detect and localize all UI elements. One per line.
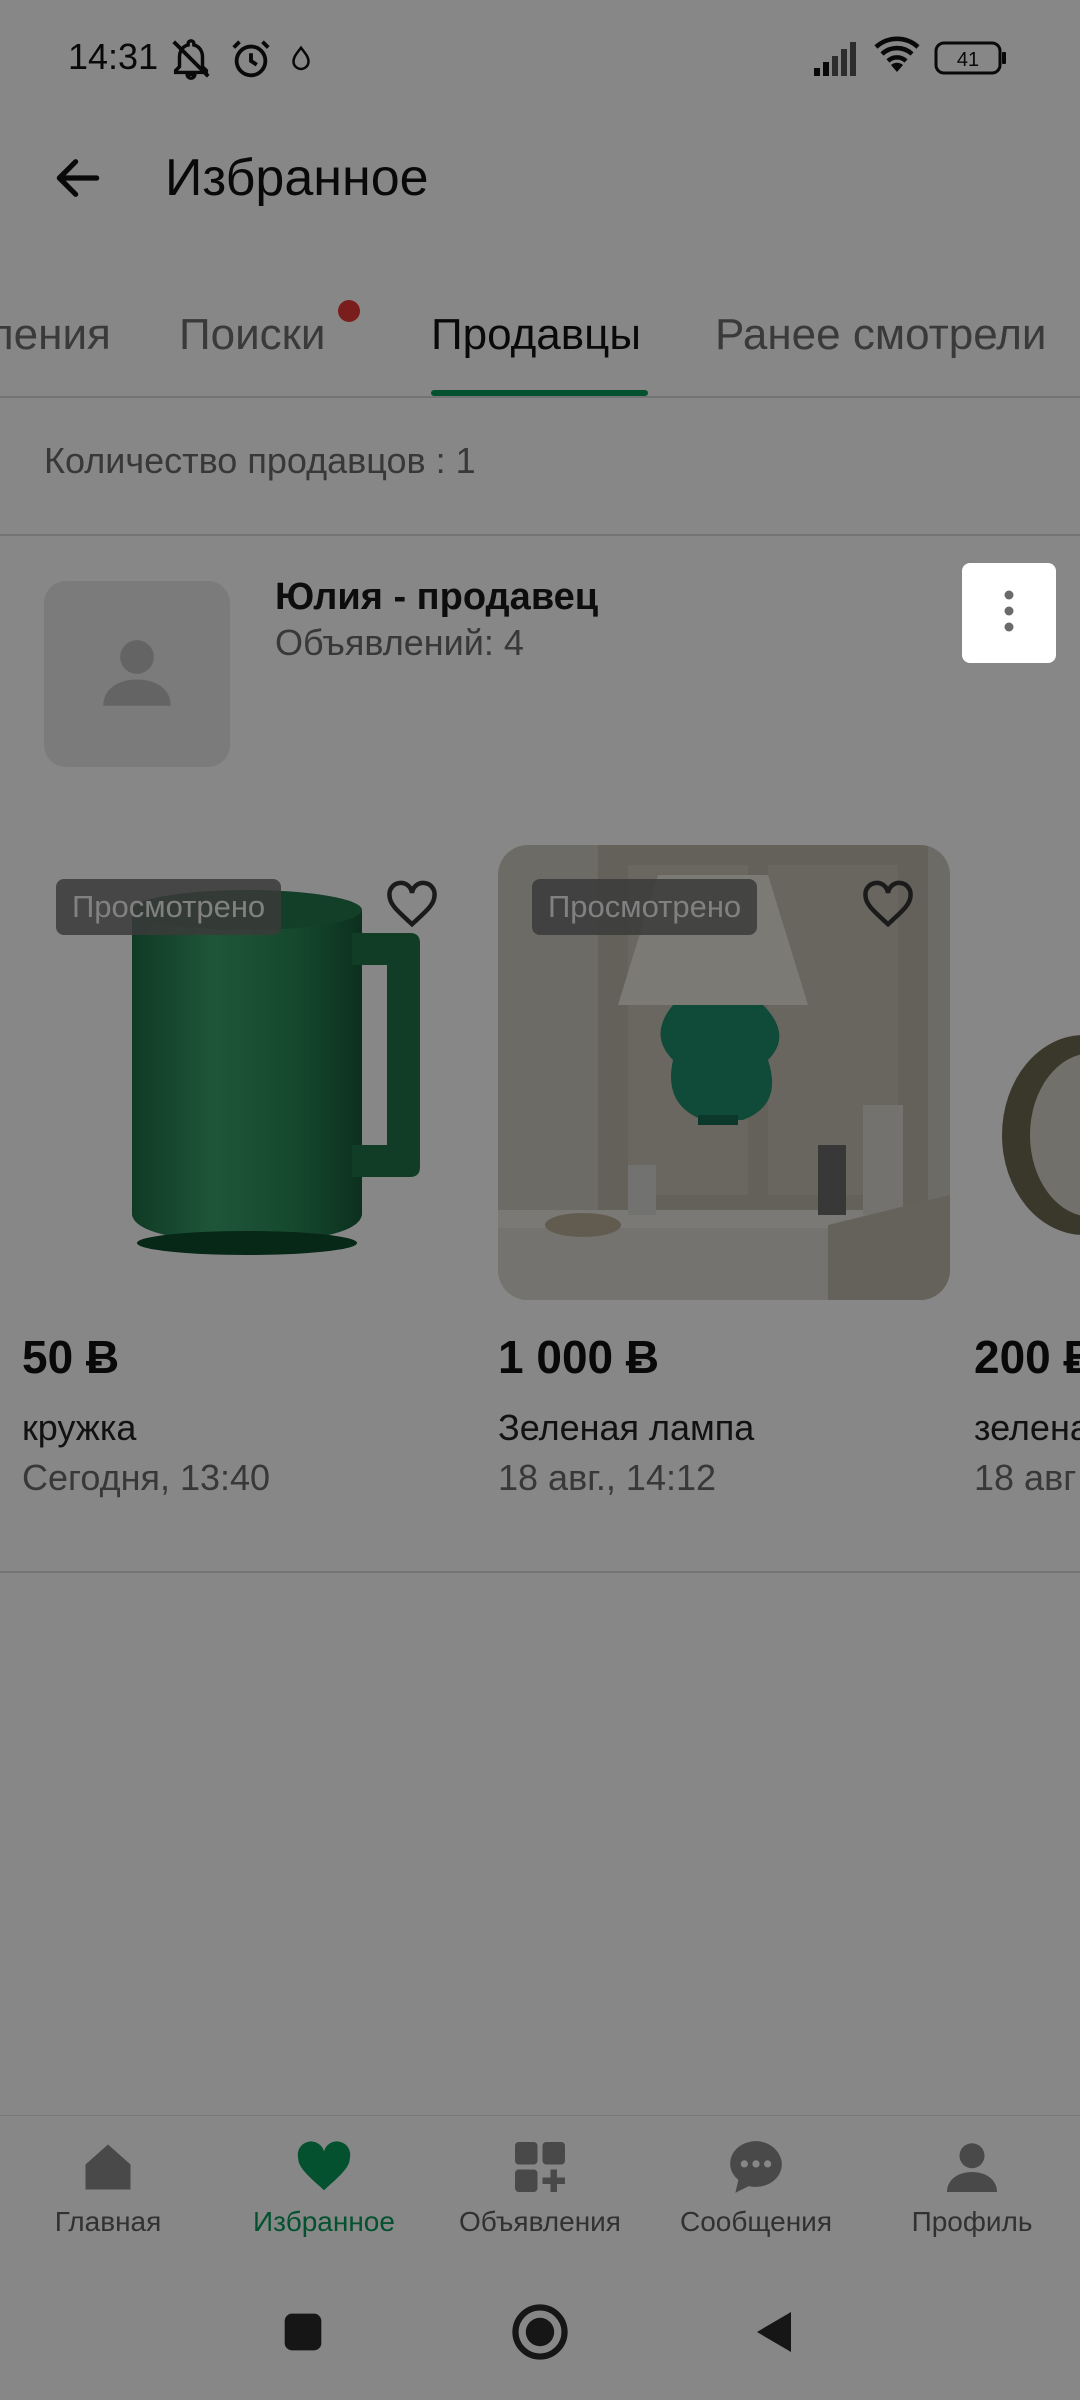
sellers-count-row: Количество продавцов : 1 xyxy=(0,400,1080,536)
product-price: 50 Ƀ xyxy=(22,1331,120,1383)
back-triangle-icon[interactable] xyxy=(730,2287,820,2377)
status-time: 14:31 xyxy=(68,36,159,77)
wifi-icon xyxy=(872,36,922,81)
alarm-icon xyxy=(228,36,274,87)
page-title: Избранное xyxy=(165,149,429,207)
heart-outline-icon xyxy=(858,873,918,938)
home-icon xyxy=(0,2136,216,2198)
active-tab-indicator xyxy=(431,390,648,396)
new-results-dot xyxy=(338,300,360,322)
nav-favorites[interactable]: Избранное xyxy=(216,2116,432,2266)
nav-messages[interactable]: Сообщения xyxy=(648,2116,864,2266)
product-card[interactable]: Просмотрено 1 000 Ƀ Зеленая лампа 18 авг… xyxy=(498,845,950,1498)
arrow-left-icon xyxy=(50,150,106,211)
heart-outline-icon xyxy=(382,873,442,938)
chat-icon xyxy=(648,2136,864,2198)
nav-profile[interactable]: Профиль xyxy=(864,2116,1080,2266)
tab-recently-viewed[interactable]: Ранее смотрели xyxy=(715,310,1046,360)
tab-sellers[interactable]: Продавцы xyxy=(431,310,641,360)
sellers-count: Количество продавцов : 1 xyxy=(44,440,476,481)
tab-searches[interactable]: Поиски xyxy=(179,310,326,360)
grid-plus-icon xyxy=(432,2136,648,2198)
divider xyxy=(0,1571,1080,1573)
favorite-button[interactable] xyxy=(380,873,444,937)
nav-label: Избранное xyxy=(253,2206,395,2237)
favorite-button[interactable] xyxy=(856,873,920,937)
nav-label: Профиль xyxy=(911,2206,1033,2237)
product-price: 200 Ƀ xyxy=(974,1331,1080,1383)
seller-more-button[interactable] xyxy=(962,563,1056,663)
signal-icon xyxy=(812,40,860,81)
recents-icon[interactable] xyxy=(258,2287,348,2377)
nav-home[interactable]: Главная xyxy=(0,2116,216,2266)
viewed-badge: Просмотрено xyxy=(56,879,282,935)
seller-ads-count: Объявлений: 4 xyxy=(275,622,524,663)
seller-products-carousel[interactable]: Просмотрено 50 Ƀ кружка Сегодня, 13:40 П… xyxy=(0,845,1080,1575)
tab-listings[interactable]: ления xyxy=(0,310,111,360)
home-circle-icon[interactable] xyxy=(495,2287,585,2377)
drop-icon xyxy=(286,42,316,81)
nav-label: Объявления xyxy=(459,2206,621,2237)
product-price: 1 000 Ƀ xyxy=(498,1331,660,1383)
nav-label: Главная xyxy=(54,2206,162,2237)
more-vert-icon xyxy=(1001,589,1017,638)
product-date: 18 авг., 14:12 xyxy=(498,1457,717,1498)
bell-off-icon xyxy=(168,36,214,87)
favorites-tabs: ления Поиски Продавцы Ранее смотрели xyxy=(0,280,1080,398)
product-date: 18 авг xyxy=(974,1457,1077,1498)
bottom-navigation: Главная Избранное Объявления Сообщения П… xyxy=(0,2115,1080,2265)
viewed-badge: Просмотрено xyxy=(532,879,758,935)
seller-avatar[interactable] xyxy=(44,581,230,767)
product-date: Сегодня, 13:40 xyxy=(22,1457,271,1498)
battery-icon: 41 xyxy=(934,40,1008,81)
app-bar: Избранное xyxy=(0,120,1080,240)
battery-level: 41 xyxy=(957,49,979,71)
status-bar: 14:31 41 xyxy=(0,0,1080,120)
person-icon xyxy=(864,2136,1080,2198)
favorites-screen: 14:31 41 Избранное ления Поиски Продавцы… xyxy=(0,0,1080,2400)
product-name: зелена xyxy=(974,1407,1080,1448)
product-image-partial xyxy=(974,845,1080,1300)
seller-name[interactable]: Юлия - продавец xyxy=(275,576,598,619)
product-name: Зеленая лампа xyxy=(498,1407,755,1448)
product-image-mug: Просмотрено xyxy=(22,845,474,1300)
system-navigation xyxy=(0,2265,1080,2400)
nav-label: Сообщения xyxy=(680,2206,832,2237)
nav-listings[interactable]: Объявления xyxy=(432,2116,648,2266)
product-image-lamp: Просмотрено xyxy=(498,845,950,1300)
person-icon xyxy=(92,627,182,722)
heart-icon xyxy=(216,2136,432,2198)
product-card[interactable]: 200 Ƀ зелена 18 авг xyxy=(974,845,1080,1498)
back-button[interactable] xyxy=(42,144,114,216)
product-card[interactable]: Просмотрено 50 Ƀ кружка Сегодня, 13:40 xyxy=(22,845,474,1498)
product-name: кружка xyxy=(22,1407,137,1448)
